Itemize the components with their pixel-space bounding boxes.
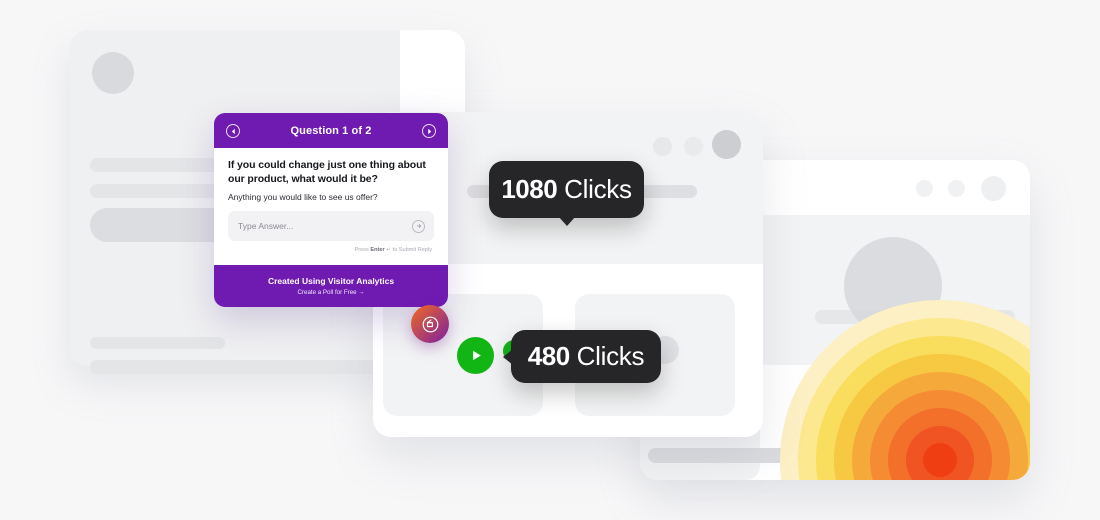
- circled-back-arrow-icon[interactable]: [226, 124, 240, 138]
- poll-header: Question 1 of 2: [214, 113, 448, 148]
- poll-footer[interactable]: Created Using Visitor Analytics Create a…: [214, 265, 448, 307]
- tooltip-unit: Clicks: [576, 341, 645, 371]
- tooltip-unit: Clicks: [564, 174, 632, 204]
- poll-answer-field[interactable]: Type Answer...: [228, 211, 434, 242]
- tooltip-arrow-down-icon: [557, 216, 576, 226]
- poll-hint-suffix: ↵ to Submit Reply: [384, 247, 432, 254]
- poll-submit-hint: Press Enter ↵ to Submit Reply: [228, 247, 434, 253]
- skeleton-line: [90, 337, 225, 349]
- window-dot-icon: [684, 137, 703, 156]
- tooltip-clicks-top: 1080 Clicks: [489, 161, 644, 226]
- visitor-analytics-logo-icon[interactable]: [411, 305, 449, 343]
- circled-arrow-right-icon[interactable]: [412, 219, 425, 233]
- illustration-stage: Question 1 of 2 If you could change just…: [0, 0, 1100, 520]
- skeleton-line: [90, 360, 390, 374]
- tooltip-arrow-left-icon: [503, 348, 513, 365]
- poll-hint-key: Enter: [370, 247, 385, 254]
- poll-answer-placeholder: Type Answer...: [238, 221, 294, 232]
- poll-question: If you could change just one thing about…: [228, 159, 426, 186]
- poll-widget: Question 1 of 2 If you could change just…: [214, 113, 448, 307]
- poll-subtitle: Anything you would like to see us offer?: [228, 192, 378, 203]
- window-dot-large-icon: [712, 130, 741, 159]
- circled-forward-arrow-icon[interactable]: [422, 124, 436, 138]
- tooltip-value: 1080: [501, 174, 558, 204]
- heatmap-blob-right: [780, 300, 1030, 480]
- play-button[interactable]: [457, 337, 494, 374]
- window-dot-icon: [653, 137, 672, 156]
- poll-title: Question 1 of 2: [290, 124, 372, 137]
- poll-footer-link[interactable]: Create a Poll for Free →: [297, 289, 364, 296]
- avatar: [92, 52, 134, 94]
- poll-body: If you could change just one thing about…: [214, 148, 448, 258]
- play-icon: [473, 350, 481, 361]
- poll-footer-title: Created Using Visitor Analytics: [267, 276, 395, 286]
- tooltip-clicks-bottom: 480 Clicks: [503, 330, 661, 383]
- poll-hint-prefix: Press: [354, 247, 371, 254]
- tooltip-value: 480: [527, 341, 570, 371]
